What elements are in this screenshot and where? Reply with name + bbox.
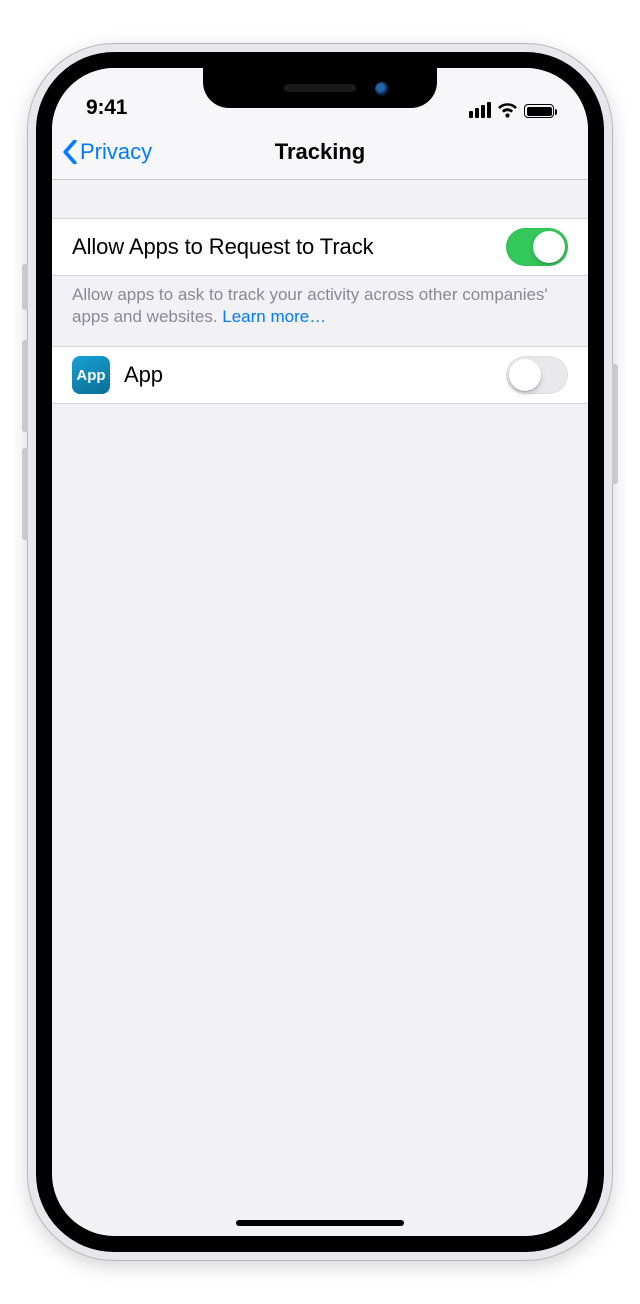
- row-app: App App: [52, 346, 588, 404]
- cellular-icon: [469, 102, 491, 118]
- home-indicator[interactable]: [236, 1220, 404, 1226]
- front-camera: [375, 82, 389, 96]
- back-button[interactable]: Privacy: [62, 124, 152, 179]
- learn-more-link[interactable]: Learn more…: [222, 307, 326, 326]
- navigation-bar: Privacy Tracking: [52, 124, 588, 180]
- page-title: Tracking: [275, 139, 365, 165]
- switch-allow-tracking[interactable]: [506, 228, 568, 266]
- wifi-icon: [497, 102, 518, 118]
- switch-app-tracking[interactable]: [506, 356, 568, 394]
- settings-content: Allow Apps to Request to Track Allow app…: [52, 180, 588, 404]
- phone-frame: 9:41: [28, 44, 612, 1260]
- app-icon: App: [72, 356, 110, 394]
- status-time: 9:41: [86, 96, 127, 120]
- row-allow-tracking: Allow Apps to Request to Track: [52, 218, 588, 276]
- speaker-grille: [284, 84, 356, 92]
- row-app-label: App: [124, 362, 506, 388]
- status-indicators: [469, 102, 554, 120]
- phone-bezel: 9:41: [36, 52, 604, 1252]
- battery-icon: [524, 104, 554, 118]
- notch: [203, 68, 437, 108]
- chevron-left-icon: [62, 140, 78, 164]
- tracking-footer-note: Allow apps to ask to track your activity…: [52, 276, 588, 346]
- row-allow-tracking-label: Allow Apps to Request to Track: [72, 234, 506, 260]
- back-label: Privacy: [80, 139, 152, 165]
- screen: 9:41: [52, 68, 588, 1236]
